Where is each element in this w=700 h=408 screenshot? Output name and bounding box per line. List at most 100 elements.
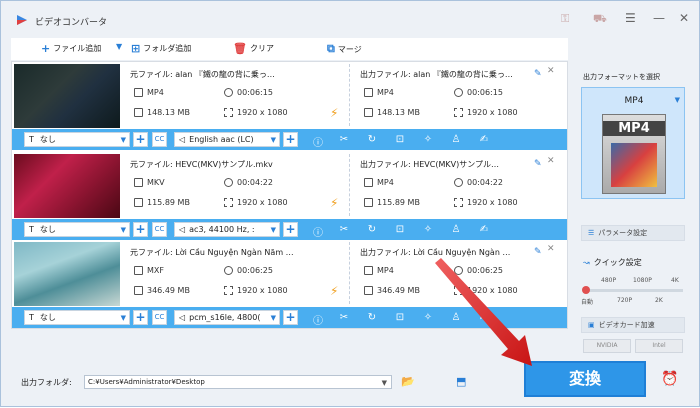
scissors-icon[interactable]: ✂ (338, 224, 350, 235)
file-size-icon (364, 198, 373, 207)
nvidia-chip[interactable]: NVIDIA (583, 339, 631, 353)
cc-icon[interactable]: CC (152, 132, 167, 147)
chevron-down-icon: ▼ (270, 226, 276, 234)
cc-icon[interactable]: CC (152, 310, 167, 325)
watermark-stamp-icon[interactable]: ♙ (450, 134, 462, 145)
source-size: 346.49 MB (134, 286, 190, 295)
effects-wand-icon[interactable]: ✧ (422, 134, 434, 145)
info-icon[interactable]: ⓘ (312, 134, 324, 149)
merge-button[interactable]: ⧉ マージ (327, 42, 362, 56)
watermark-stamp-icon[interactable]: ♙ (450, 224, 462, 235)
key-icon[interactable]: ⚿ (561, 12, 569, 26)
video-thumbnail[interactable] (14, 154, 120, 218)
output-filename: 出力ファイル: Lời Cầu Nguyện Ngàn … (360, 248, 511, 257)
cart-icon[interactable]: ⛟ (593, 12, 607, 27)
subtitle-edit-icon[interactable]: ✍ (478, 224, 490, 235)
output-duration: 00:06:25 (454, 266, 503, 275)
rotate-icon[interactable]: ↻ (366, 224, 378, 235)
scissors-icon[interactable]: ✂ (338, 134, 350, 145)
add-file-button[interactable]: + ファイル追加 (41, 42, 101, 55)
output-resolution: 1920 x 1080 (454, 198, 518, 207)
add-audio-button[interactable]: + (283, 132, 298, 147)
lightning-icon: ⚡ (330, 106, 339, 120)
parameter-settings-label: パラメータ設定 (598, 229, 648, 237)
add-subtitle-button[interactable]: + (133, 222, 148, 237)
quality-slider[interactable] (585, 289, 683, 292)
merge-label: マージ (337, 44, 362, 54)
audio-value: pcm_s16le, 4800( (189, 313, 261, 322)
audio-select[interactable]: ◁ English aac (LC) ▼ (174, 132, 280, 147)
file-size-icon (134, 108, 143, 117)
scissors-icon[interactable]: ✂ (338, 312, 350, 323)
quality-slider-handle[interactable] (582, 286, 590, 294)
remove-item-icon[interactable]: ✕ (547, 244, 555, 254)
output-info: 出力ファイル: Lời Cầu Nguyện Ngàn … MP4 00:06:… (360, 240, 560, 306)
remove-item-icon[interactable]: ✕ (547, 156, 555, 166)
effects-wand-icon[interactable]: ✧ (422, 312, 434, 323)
subtitle-value: なし (39, 225, 56, 234)
crop-icon[interactable]: ⊡ (394, 224, 406, 235)
subtitle-select[interactable]: T なし ▼ (24, 222, 130, 237)
rotate-icon[interactable]: ↻ (366, 312, 378, 323)
parameter-settings-button[interactable]: ☰ パラメータ設定 (581, 225, 685, 241)
edit-output-icon[interactable]: ✎ (534, 247, 542, 257)
output-format: MP4 (364, 88, 394, 97)
text-icon: T (29, 135, 34, 144)
remove-item-icon[interactable]: ✕ (547, 66, 555, 76)
clear-button[interactable]: 🗑 クリア (233, 42, 274, 55)
source-size: 115.89 MB (134, 198, 190, 207)
crop-icon[interactable]: ⊡ (394, 312, 406, 323)
add-subtitle-button[interactable]: + (133, 310, 148, 325)
alarm-clock-icon[interactable]: ⏰ (661, 371, 678, 387)
rotate-icon[interactable]: ↻ (366, 134, 378, 145)
effects-wand-icon[interactable]: ✧ (422, 224, 434, 235)
app-logo-icon (17, 15, 27, 25)
file-item: 元ファイル: Lời Cầu Nguyện Ngàn Năm … MXF 00:… (12, 240, 567, 330)
crop-icon[interactable]: ⊡ (394, 134, 406, 145)
output-size-value: 346.49 MB (377, 286, 420, 295)
source-filename: 元ファイル: alan 『鐵の龍の背に乗っ… (130, 70, 275, 79)
open-folder-icon[interactable]: 📂 (401, 375, 415, 388)
source-filename: 元ファイル: HEVC(MKV)サンプル.mkv (130, 160, 273, 169)
source-size-value: 346.49 MB (147, 286, 190, 295)
video-thumbnail[interactable] (14, 242, 120, 306)
browse-folder-icon[interactable]: ⬒ (456, 375, 466, 388)
output-format-selector[interactable]: MP4 ▼ MP4 (581, 87, 685, 199)
format-icon (364, 88, 373, 97)
intel-chip[interactable]: Intel (635, 339, 683, 353)
format-icon-label: MP4 (603, 121, 665, 136)
audio-select[interactable]: ◁ pcm_s16le, 4800(▼ (174, 310, 280, 325)
add-subtitle-button[interactable]: + (133, 132, 148, 147)
edit-output-icon[interactable]: ✎ (534, 159, 542, 169)
info-icon[interactable]: ⓘ (312, 312, 324, 327)
edit-output-icon[interactable]: ✎ (534, 69, 542, 79)
subtitle-edit-icon[interactable]: ✍ (478, 134, 490, 145)
output-resolution-value: 1920 x 1080 (467, 198, 518, 207)
source-format-value: MXF (147, 266, 164, 275)
cc-icon[interactable]: CC (152, 222, 167, 237)
subtitle-select[interactable]: T なし ▼ (24, 310, 130, 325)
subtitle-select[interactable]: T なし ▼ (24, 132, 130, 147)
add-audio-button[interactable]: + (283, 310, 298, 325)
watermark-stamp-icon[interactable]: ♙ (450, 312, 462, 323)
convert-button[interactable]: 変換 (524, 361, 646, 397)
add-audio-button[interactable]: + (283, 222, 298, 237)
plus-icon: + (41, 42, 51, 55)
minimize-button[interactable]: — (653, 11, 665, 25)
chevron-down-icon[interactable]: ▼ (382, 377, 387, 389)
chevron-down-icon: ▼ (120, 226, 126, 234)
clock-icon (224, 88, 233, 97)
add-file-dropdown-icon[interactable]: ▼ (116, 42, 122, 51)
video-thumbnail[interactable] (14, 64, 120, 128)
add-folder-button[interactable]: ⊞ フォルダ追加 (131, 42, 191, 55)
output-folder-input[interactable]: C:¥Users¥Administrator¥Desktop ▼ (84, 375, 392, 389)
output-folder-label: 出力フォルダ: (21, 378, 72, 387)
info-icon[interactable]: ⓘ (312, 224, 324, 239)
menu-icon[interactable]: ☰ (625, 11, 636, 25)
gpu-acceleration-button[interactable]: ▣ ビデオカード加速 (581, 317, 685, 333)
audio-select[interactable]: ◁ ac3, 44100 Hz, : ▼ (174, 222, 280, 237)
resolution-icon (224, 286, 233, 295)
close-button[interactable]: ✕ (679, 11, 689, 25)
subtitle-edit-icon[interactable]: ✍ (478, 312, 490, 323)
source-resolution-value: 1920 x 1080 (237, 286, 288, 295)
